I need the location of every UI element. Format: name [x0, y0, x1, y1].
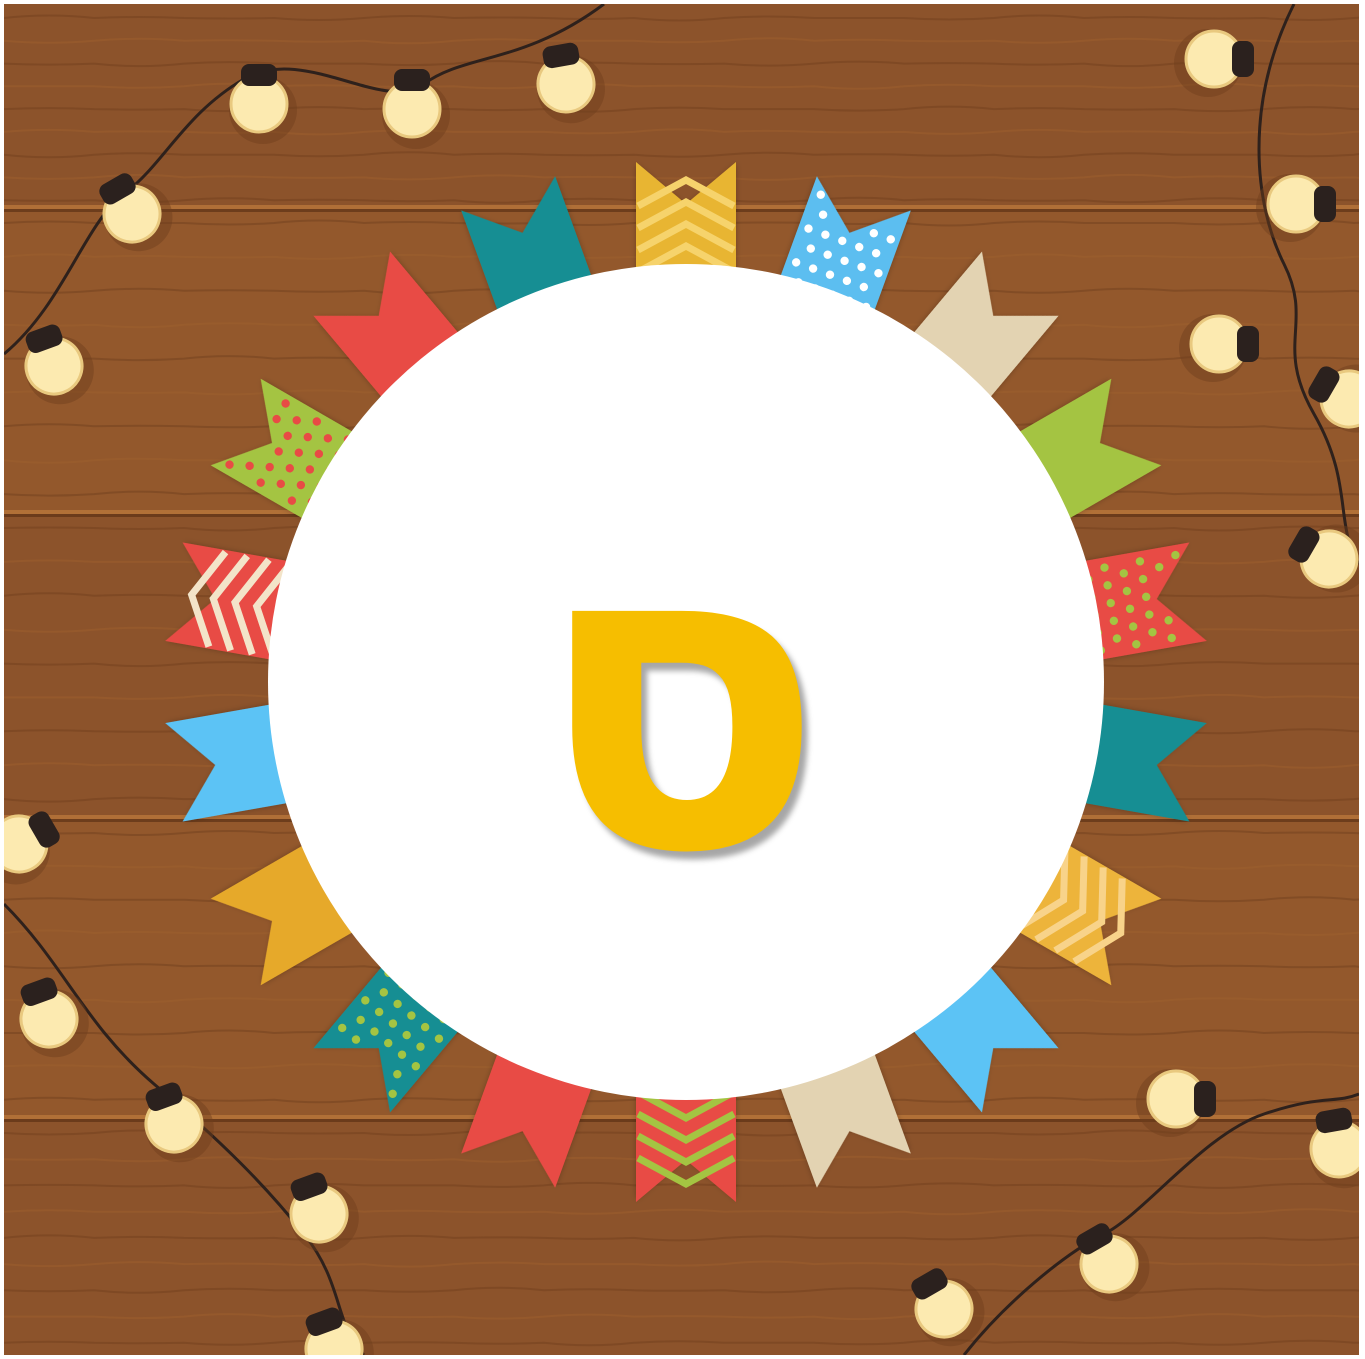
festive-background [4, 4, 1359, 1355]
letter-card: ס [4, 4, 1359, 1355]
center-circle [268, 264, 1104, 1100]
